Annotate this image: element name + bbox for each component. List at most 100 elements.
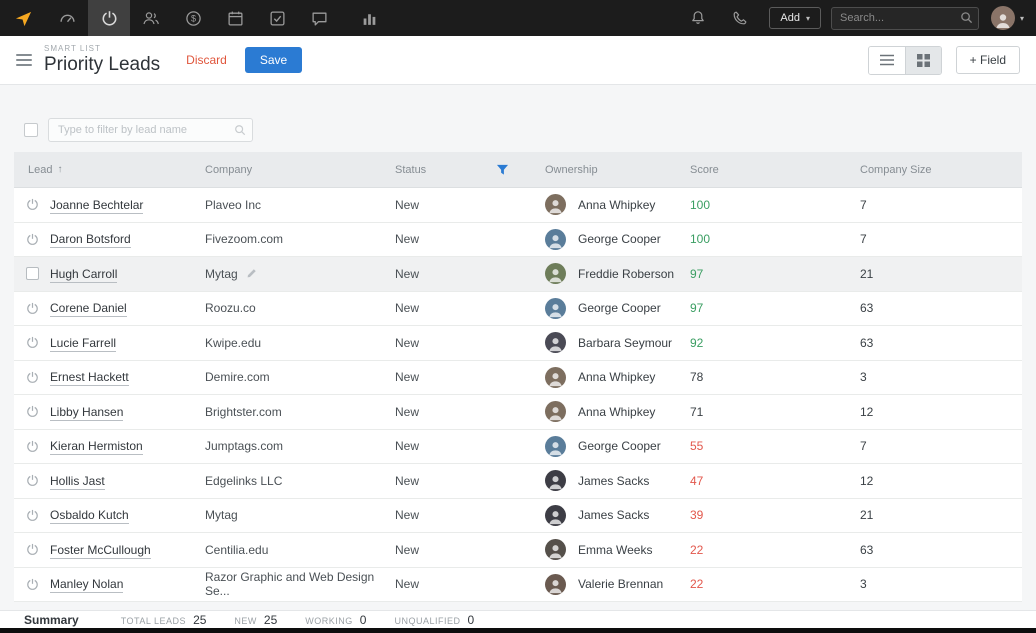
lead-status-power-icon[interactable] [26,405,39,418]
lead-link[interactable]: Manley Nolan [50,577,123,593]
conversations-chat-icon[interactable] [298,0,340,36]
lead-status-power-icon[interactable] [26,474,39,487]
select-all-checkbox[interactable] [24,123,38,137]
status-text: New [395,405,419,419]
table-row[interactable]: Hollis Jast Edgelinks LLC New James Sack… [14,464,1022,499]
lead-status-power-icon[interactable] [26,440,39,453]
app-logo-icon[interactable] [0,0,46,36]
owner-name: Barbara Seymour [578,336,672,350]
stat-label: WORKING [305,616,353,626]
company-text: Demire.com [205,370,270,384]
lead-status-power-icon[interactable] [26,578,39,591]
owner-avatar [545,332,566,353]
list-view-button[interactable] [869,47,905,74]
column-header-ownership[interactable]: Ownership [545,164,690,176]
lead-link[interactable]: Hollis Jast [50,474,105,490]
opportunities-dollar-icon[interactable]: $ [172,0,214,36]
size-value: 63 [860,543,873,557]
table-row[interactable]: Daron Botsford Fivezoom.com New George C… [14,223,1022,258]
table-row[interactable]: Lucie Farrell Kwipe.edu New Barbara Seym… [14,326,1022,361]
column-header-lead[interactable]: Lead ↑ [14,164,205,176]
lead-status-power-icon[interactable] [26,198,39,211]
company-text: Mytag [205,267,238,281]
score-value: 71 [690,405,703,419]
table-row[interactable]: Libby Hansen Brightster.com New Anna Whi… [14,395,1022,430]
reports-chart-icon[interactable] [348,0,390,36]
column-header-company-size[interactable]: Company Size [860,164,1022,176]
phone-icon[interactable] [719,0,761,36]
size-value: 7 [860,198,867,212]
bell-icon[interactable] [677,0,719,36]
lead-link[interactable]: Osbaldo Kutch [50,508,129,524]
table-row[interactable]: Manley Nolan Razor Graphic and Web Desig… [14,568,1022,603]
lead-status-power-icon[interactable] [26,336,39,349]
filter-funnel-icon[interactable] [496,164,509,176]
lead-link[interactable]: Ernest Hackett [50,370,129,386]
add-field-button[interactable]: + Field [956,46,1020,74]
save-button[interactable]: Save [245,47,302,73]
lead-link[interactable]: Lucie Farrell [50,336,116,352]
score-value: 100 [690,198,710,212]
owner-avatar [545,505,566,526]
owner-avatar [545,436,566,457]
global-search-input[interactable] [831,7,979,30]
contacts-icon[interactable] [130,0,172,36]
company-text: Mytag [205,508,238,522]
size-value: 3 [860,370,867,384]
lead-link[interactable]: Daron Botsford [50,232,131,248]
score-value: 92 [690,336,703,350]
stat-value: 25 [193,613,206,627]
lead-link[interactable]: Corene Daniel [50,301,127,317]
size-value: 7 [860,232,867,246]
edit-pencil-icon[interactable] [246,268,257,279]
lead-status-power-icon[interactable] [26,543,39,556]
user-avatar[interactable] [991,6,1015,30]
lead-link[interactable]: Joanne Bechtelar [50,198,143,214]
owner-name: George Cooper [578,232,661,246]
table-row[interactable]: Joanne Bechtelar Plaveo Inc New Anna Whi… [14,188,1022,223]
owner-avatar [545,298,566,319]
status-text: New [395,370,419,384]
user-menu-chevron-icon[interactable]: ▾ [1020,14,1024,23]
lead-link[interactable]: Hugh Carroll [50,267,117,283]
table-row[interactable]: Ernest Hackett Demire.com New Anna Whipk… [14,361,1022,396]
status-text: New [395,267,419,281]
bottom-bar [0,628,1036,633]
owner-avatar [545,263,566,284]
gauge-icon[interactable] [46,0,88,36]
table-header: Lead ↑ Company Status Ownership Score Co… [14,152,1022,188]
lead-link[interactable]: Libby Hansen [50,405,123,421]
status-text: New [395,232,419,246]
tasks-check-icon[interactable] [256,0,298,36]
size-value: 21 [860,267,873,281]
lead-status-power-icon[interactable] [26,302,39,315]
status-text: New [395,474,419,488]
table-row[interactable]: Hugh Carroll Mytag New Freddie Roberson … [14,257,1022,292]
stat-label: UNQUALIFIED [394,616,460,626]
company-text: Razor Graphic and Web Design Se... [205,570,395,598]
size-value: 7 [860,439,867,453]
table-row[interactable]: Corene Daniel Roozu.co New George Cooper… [14,292,1022,327]
summary-label: Summary [24,613,79,627]
score-value: 97 [690,301,703,315]
lead-status-power-icon[interactable] [26,509,39,522]
lead-status-power-icon[interactable] [26,371,39,384]
grid-view-button[interactable] [905,47,941,74]
discard-link[interactable]: Discard [186,53,227,67]
column-header-score[interactable]: Score [690,164,860,176]
table-row[interactable]: Osbaldo Kutch Mytag New James Sacks 39 2… [14,499,1022,534]
table-body: Joanne Bechtelar Plaveo Inc New Anna Whi… [14,188,1022,602]
pulse-icon[interactable] [88,0,130,36]
table-row[interactable]: Foster McCullough Centilia.edu New Emma … [14,533,1022,568]
lead-link[interactable]: Kieran Hermiston [50,439,143,455]
menu-hamburger-icon[interactable] [16,54,32,66]
calendar-icon[interactable] [214,0,256,36]
row-checkbox[interactable] [26,267,39,280]
add-button[interactable]: Add ▾ [769,7,821,29]
column-header-status[interactable]: Status [395,164,545,176]
table-row[interactable]: Kieran Hermiston Jumptags.com New George… [14,430,1022,465]
lead-link[interactable]: Foster McCullough [50,543,151,559]
column-header-company[interactable]: Company [205,164,395,176]
lead-status-power-icon[interactable] [26,233,39,246]
lead-filter-input[interactable] [48,118,253,142]
